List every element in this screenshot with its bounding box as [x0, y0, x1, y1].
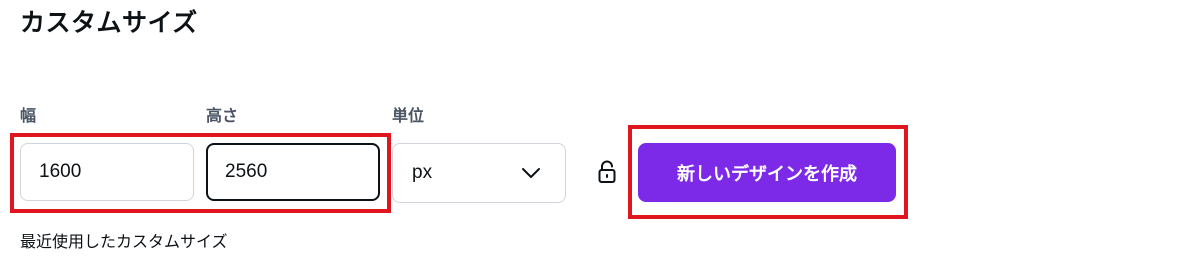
recent-sizes-heading: 最近使用したカスタムサイズ [20, 232, 228, 251]
height-label: 高さ [206, 106, 239, 125]
unit-select[interactable]: px [392, 143, 566, 203]
width-label: 幅 [20, 106, 37, 125]
width-input[interactable] [20, 143, 194, 201]
unit-label: 単位 [392, 106, 425, 125]
page-title: カスタムサイズ [20, 8, 198, 37]
height-input[interactable] [206, 143, 380, 201]
unit-select-value: px [412, 162, 433, 183]
create-design-button[interactable]: 新しいデザインを作成 [638, 143, 896, 202]
unlocked-padlock-icon[interactable] [597, 160, 617, 184]
chevron-down-icon [522, 168, 540, 178]
